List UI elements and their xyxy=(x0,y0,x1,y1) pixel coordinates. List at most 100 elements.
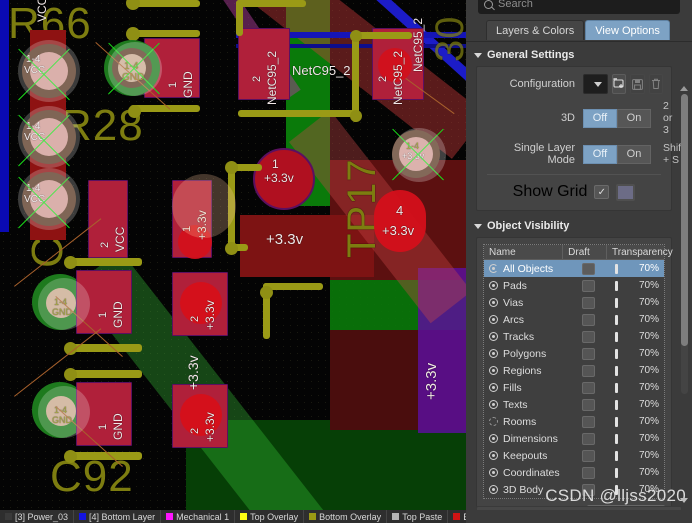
grid-color-swatch[interactable] xyxy=(616,183,636,201)
eye-icon[interactable] xyxy=(489,451,498,460)
eye-icon[interactable] xyxy=(489,332,498,341)
panel-scrollbar[interactable] xyxy=(681,94,688,394)
search-input[interactable]: Search xyxy=(478,0,680,14)
3d-off-button[interactable]: Off xyxy=(583,108,617,128)
draft-checkbox[interactable] xyxy=(581,449,595,462)
configuration-dropdown[interactable] xyxy=(583,74,608,94)
table-row[interactable]: Keepouts 70% xyxy=(484,447,664,464)
row-name-cell[interactable]: Fills xyxy=(484,382,566,394)
layer-tab[interactable]: Top Paste xyxy=(387,510,449,523)
table-row[interactable]: Tracks 70% xyxy=(484,328,664,345)
row-transparency-cell[interactable]: 70% xyxy=(611,297,664,308)
eye-icon[interactable] xyxy=(489,417,498,426)
row-transparency-cell[interactable]: 70% xyxy=(611,433,664,444)
draft-checkbox[interactable] xyxy=(581,381,595,394)
eye-icon[interactable] xyxy=(489,366,498,375)
row-draft-cell[interactable] xyxy=(566,466,611,479)
table-row[interactable]: Rooms 70% xyxy=(484,413,664,430)
transparency-slider[interactable] xyxy=(614,416,618,427)
row-name-cell[interactable]: All Objects xyxy=(484,263,566,275)
row-transparency-cell[interactable]: 70% xyxy=(611,280,664,291)
single-layer-on-button[interactable]: On xyxy=(617,144,651,164)
draft-checkbox[interactable] xyxy=(581,466,595,479)
layer-tab[interactable]: [4] Bottom Layer xyxy=(74,510,162,523)
transparency-slider[interactable] xyxy=(614,399,618,410)
table-row[interactable]: Vias 70% xyxy=(484,294,664,311)
show-grid-checkbox[interactable]: ✓ xyxy=(594,185,610,199)
row-name-cell[interactable]: Rooms xyxy=(484,416,566,428)
eye-icon[interactable] xyxy=(489,485,498,494)
row-draft-cell[interactable] xyxy=(566,364,611,377)
table-row[interactable]: Regions 70% xyxy=(484,362,664,379)
eye-icon[interactable] xyxy=(489,264,498,273)
row-draft-cell[interactable] xyxy=(566,415,611,428)
row-transparency-cell[interactable]: 70% xyxy=(611,382,664,393)
eye-icon[interactable] xyxy=(489,383,498,392)
eye-icon[interactable] xyxy=(489,434,498,443)
row-name-cell[interactable]: Vias xyxy=(484,297,566,309)
layer-tab[interactable]: Top Overlay xyxy=(235,510,305,523)
row-name-cell[interactable]: Polygons xyxy=(484,348,566,360)
layer-tab[interactable]: Bo xyxy=(448,510,466,523)
transparency-slider[interactable] xyxy=(614,365,618,376)
draft-checkbox[interactable] xyxy=(581,398,595,411)
section-object-visibility[interactable]: Object Visibility xyxy=(466,211,692,237)
row-name-cell[interactable]: Keepouts xyxy=(484,450,566,462)
draft-checkbox[interactable] xyxy=(581,432,595,445)
tab-layers-and-colors[interactable]: Layers & Colors xyxy=(486,20,585,40)
draft-checkbox[interactable] xyxy=(581,415,595,428)
row-draft-cell[interactable] xyxy=(566,262,611,275)
row-draft-cell[interactable] xyxy=(566,398,611,411)
eye-icon[interactable] xyxy=(489,349,498,358)
transparency-slider[interactable] xyxy=(614,297,618,308)
row-transparency-cell[interactable]: 70% xyxy=(611,450,664,461)
transparency-slider[interactable] xyxy=(614,314,618,325)
row-draft-cell[interactable] xyxy=(566,279,611,292)
row-transparency-cell[interactable]: 70% xyxy=(611,348,664,359)
row-name-cell[interactable]: Dimensions xyxy=(484,433,566,445)
single-layer-mode-toggle[interactable]: Off On xyxy=(583,144,651,164)
eye-icon[interactable] xyxy=(489,400,498,409)
row-draft-cell[interactable] xyxy=(566,449,611,462)
pcb-canvas[interactable]: R66 R28 C91 C92 TP17 30 1-4 VCC 1-4 VCC … xyxy=(0,0,466,523)
row-draft-cell[interactable] xyxy=(566,313,611,326)
draft-checkbox[interactable] xyxy=(581,262,595,275)
row-name-cell[interactable]: Coordinates xyxy=(484,467,566,479)
transparency-slider[interactable] xyxy=(614,467,618,478)
table-row[interactable]: Texts 70% xyxy=(484,396,664,413)
draft-checkbox[interactable] xyxy=(581,347,595,360)
eye-icon[interactable] xyxy=(489,281,498,290)
eye-icon[interactable] xyxy=(489,298,498,307)
row-name-cell[interactable]: Regions xyxy=(484,365,566,377)
row-name-cell[interactable]: Pads xyxy=(484,280,566,292)
transparency-slider[interactable] xyxy=(614,382,618,393)
transparency-slider[interactable] xyxy=(614,280,618,291)
eye-icon[interactable] xyxy=(489,468,498,477)
draft-checkbox[interactable] xyxy=(581,279,595,292)
draft-checkbox[interactable] xyxy=(581,364,595,377)
transparency-slider[interactable] xyxy=(614,331,618,342)
3d-on-button[interactable]: On xyxy=(617,108,651,128)
layer-tab[interactable]: [3] Power_03 xyxy=(0,510,75,523)
table-row[interactable]: Coordinates 70% xyxy=(484,464,664,481)
table-row[interactable]: Pads 70% xyxy=(484,277,664,294)
row-name-cell[interactable]: Tracks xyxy=(484,331,566,343)
object-visibility-table[interactable]: Name Draft Transparency All Objects 70% Pa… xyxy=(483,244,673,499)
row-draft-cell[interactable] xyxy=(566,432,611,445)
single-layer-off-button[interactable]: Off xyxy=(583,144,617,164)
row-draft-cell[interactable] xyxy=(566,347,611,360)
table-row[interactable]: Dimensions 70% xyxy=(484,430,664,447)
transparency-slider[interactable] xyxy=(614,433,618,444)
transparency-slider[interactable] xyxy=(614,450,618,461)
row-name-cell[interactable]: Arcs xyxy=(484,314,566,326)
row-transparency-cell[interactable]: 70% xyxy=(611,314,664,325)
scroll-up-arrow[interactable] xyxy=(680,86,688,91)
row-transparency-cell[interactable]: 70% xyxy=(611,365,664,376)
3d-toggle[interactable]: Off On xyxy=(583,108,651,128)
row-transparency-cell[interactable]: 70% xyxy=(611,416,664,427)
table-row[interactable]: Polygons 70% xyxy=(484,345,664,362)
row-transparency-cell[interactable]: 70% xyxy=(611,399,664,410)
row-transparency-cell[interactable]: 70% xyxy=(611,467,664,478)
row-name-cell[interactable]: Texts xyxy=(484,399,566,411)
row-transparency-cell[interactable]: 70% xyxy=(611,331,664,342)
